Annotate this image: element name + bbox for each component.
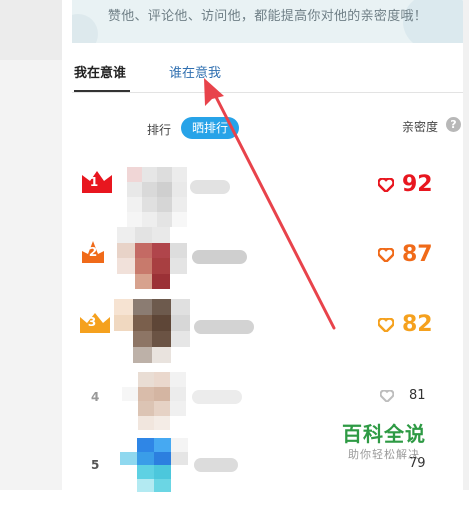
rank-number: 3 bbox=[87, 315, 97, 329]
sort-label: 排行 bbox=[147, 123, 172, 137]
blurred-name bbox=[192, 250, 247, 264]
blurred-name bbox=[192, 390, 242, 404]
watermark-logo: 百科全说 助你轻松解决 bbox=[330, 418, 440, 468]
blurred-name bbox=[190, 180, 230, 194]
heart-icon bbox=[378, 318, 394, 332]
intimacy-score: 87 bbox=[402, 242, 433, 267]
intimacy-column-label: 亲密度 bbox=[402, 120, 439, 134]
left-background-strip bbox=[0, 0, 62, 490]
heart-icon bbox=[380, 390, 394, 402]
rank-number: 1 bbox=[89, 175, 99, 189]
tip-banner: 赞他、评论他、访问他，都能提高你对他的亲密度哦！ bbox=[72, 0, 463, 43]
avatar[interactable] bbox=[120, 438, 188, 492]
blurred-name bbox=[194, 320, 254, 334]
intimacy-score: 81 bbox=[409, 388, 426, 403]
heart-icon bbox=[378, 248, 394, 262]
watermark-subtitle: 助你轻松解决 bbox=[348, 448, 420, 461]
watermark-title: 百科全说 bbox=[342, 422, 426, 446]
intimacy-score: 82 bbox=[402, 312, 433, 337]
avatar[interactable] bbox=[114, 299, 190, 363]
ranking-row-1[interactable]: 1 92 bbox=[72, 162, 463, 232]
avatar[interactable] bbox=[122, 372, 186, 430]
tab-bar: 我在意谁 谁在意我 bbox=[72, 52, 463, 92]
tab-who-cares-me[interactable]: 谁在意我 bbox=[169, 62, 221, 81]
tip-banner-text: 赞他、评论他、访问他，都能提高你对他的亲密度哦！ bbox=[107, 9, 428, 24]
avatar[interactable] bbox=[127, 167, 187, 227]
rank-number: 2 bbox=[88, 245, 98, 259]
share-ranking-button[interactable]: 晒排行 bbox=[181, 117, 239, 139]
rank-number: 4 bbox=[91, 390, 100, 404]
ranking-row-3[interactable]: 3 82 bbox=[72, 299, 463, 372]
blurred-name bbox=[194, 458, 238, 472]
rank-number: 5 bbox=[91, 458, 100, 472]
help-icon[interactable]: ? bbox=[446, 117, 461, 132]
tab-divider bbox=[72, 92, 463, 93]
tab-who-i-care[interactable]: 我在意谁 bbox=[74, 62, 126, 81]
avatar[interactable] bbox=[117, 227, 187, 289]
heart-icon bbox=[378, 178, 394, 192]
ranking-row-2[interactable]: 2 87 bbox=[72, 227, 463, 302]
intimacy-score: 92 bbox=[402, 172, 433, 197]
right-background-strip bbox=[463, 0, 469, 490]
